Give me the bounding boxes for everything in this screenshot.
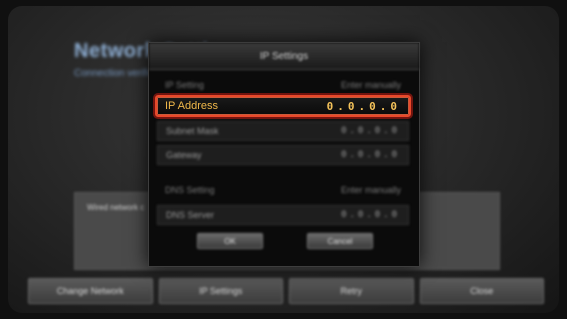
gateway-label: Gateway — [166, 150, 202, 160]
close-button[interactable]: Close — [419, 278, 544, 304]
status-panel-text: Wired network c — [87, 203, 145, 212]
subnet-mask-row[interactable]: Subnet Mask 0.0.0.0 — [157, 121, 409, 141]
dialog-buttons: OK Cancel — [197, 233, 373, 249]
ip-setting-value: Enter manually — [340, 80, 401, 90]
ip-setting-label: IP Setting — [165, 80, 204, 90]
subnet-mask-label: Subnet Mask — [166, 126, 219, 136]
ip-setting-row[interactable]: IP Setting Enter manually — [157, 75, 409, 95]
dns-server-row[interactable]: DNS Server 0.0.0.0 — [157, 205, 409, 225]
dns-setting-value: Enter manually — [340, 185, 401, 195]
ip-address-value: 0.0.0.0 — [326, 99, 401, 113]
dns-server-value: 0.0.0.0 — [341, 210, 400, 220]
ok-button[interactable]: OK — [197, 233, 263, 249]
change-network-button[interactable]: Change Network — [28, 278, 153, 304]
gateway-value: 0.0.0.0 — [341, 150, 400, 160]
dns-setting-label: DNS Setting — [165, 185, 215, 195]
retry-button[interactable]: Retry — [289, 278, 414, 304]
ip-address-row[interactable]: IP Address 0.0.0.0 — [155, 95, 411, 117]
dns-setting-row[interactable]: DNS Setting Enter manually — [157, 180, 409, 200]
ip-address-label: IP Address — [165, 100, 218, 112]
subnet-mask-value: 0.0.0.0 — [341, 126, 400, 136]
gateway-row[interactable]: Gateway 0.0.0.0 — [157, 145, 409, 165]
bottom-button-bar: Change Network IP Settings Retry Close — [28, 278, 544, 304]
dialog-title: IP Settings — [149, 43, 419, 70]
dns-server-label: DNS Server — [166, 210, 215, 220]
page-subtitle: Connection verified — [74, 68, 160, 79]
cancel-button[interactable]: Cancel — [307, 233, 373, 249]
ip-settings-button[interactable]: IP Settings — [158, 278, 283, 304]
ip-settings-dialog: IP Settings IP Setting Enter manually IP… — [148, 42, 420, 267]
